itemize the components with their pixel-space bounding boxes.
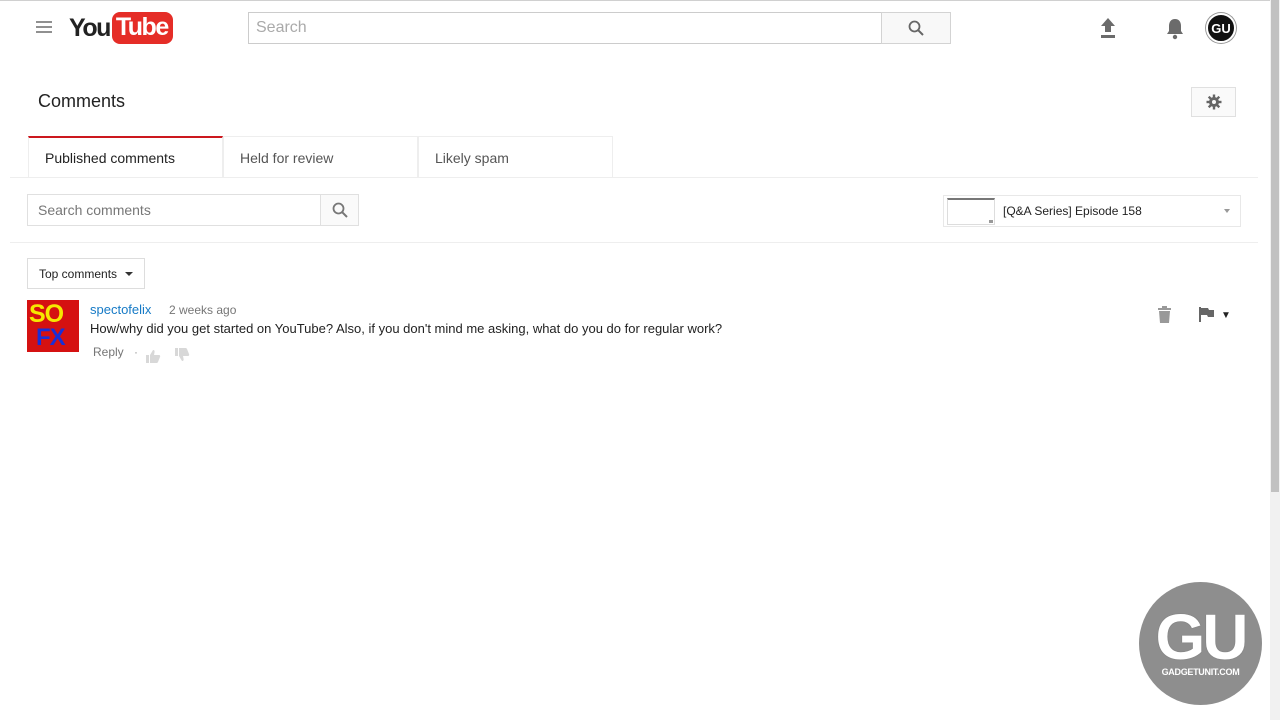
trash-icon[interactable] bbox=[1158, 306, 1171, 323]
chevron-down-icon bbox=[1224, 209, 1230, 213]
sort-dropdown[interactable]: Top comments bbox=[27, 258, 145, 289]
thumbs-down-icon[interactable] bbox=[174, 347, 190, 362]
comment-search bbox=[27, 194, 359, 226]
tab-held-for-review[interactable]: Held for review bbox=[223, 136, 418, 178]
logo-tube: Tube bbox=[111, 12, 173, 44]
flag-icon[interactable] bbox=[1199, 307, 1214, 322]
thumbs-up-icon[interactable] bbox=[145, 349, 161, 364]
watermark-site: GADGETUNIT.COM bbox=[1161, 666, 1240, 677]
commenter-avatar[interactable]: SO FX bbox=[27, 300, 79, 352]
page-scrollbar[interactable] bbox=[1270, 0, 1280, 720]
comment-timestamp[interactable]: 2 weeks ago bbox=[169, 303, 236, 317]
tab-likely-spam[interactable]: Likely spam bbox=[418, 136, 613, 178]
logo-you: You bbox=[69, 13, 111, 42]
caret-down-icon bbox=[125, 271, 134, 276]
scrollbar-thumb[interactable] bbox=[1271, 0, 1279, 492]
filters-divider bbox=[10, 242, 1258, 243]
comment-text: How/why did you get started on YouTube? … bbox=[90, 321, 723, 336]
video-selector[interactable]: [Q&A Series] Episode 158 bbox=[943, 195, 1241, 227]
video-title: [Q&A Series] Episode 158 bbox=[1003, 204, 1142, 218]
upload-icon[interactable] bbox=[1098, 17, 1118, 39]
masthead-search bbox=[248, 12, 951, 44]
page-title: Comments bbox=[38, 91, 126, 111]
search-icon bbox=[332, 202, 348, 218]
comment-search-button[interactable] bbox=[320, 194, 359, 226]
gadgetunit-watermark: GU GADGETUNIT.COM bbox=[1139, 582, 1262, 705]
video-thumbnail bbox=[947, 197, 995, 225]
avatar-text-bottom: FX bbox=[36, 324, 66, 351]
comment-tabs: Published comments Held for review Likel… bbox=[28, 136, 613, 178]
menu-icon[interactable] bbox=[36, 21, 52, 35]
reply-button[interactable]: Reply bbox=[93, 345, 124, 359]
tabs-divider bbox=[10, 177, 1258, 178]
notifications-bell-icon[interactable] bbox=[1164, 16, 1186, 40]
search-input[interactable] bbox=[248, 12, 881, 44]
tab-published-comments[interactable]: Published comments bbox=[28, 136, 223, 178]
account-avatar[interactable]: GU bbox=[1206, 13, 1236, 43]
masthead: You Tube GU bbox=[0, 0, 1270, 56]
more-options-caret-icon[interactable]: ▼ bbox=[1221, 310, 1231, 321]
comment-search-input[interactable] bbox=[27, 194, 320, 226]
youtube-logo[interactable]: You Tube bbox=[69, 11, 173, 45]
search-icon bbox=[908, 20, 924, 36]
watermark-logo: GU bbox=[1155, 600, 1249, 673]
gear-icon bbox=[1206, 94, 1221, 110]
sort-label: Top comments bbox=[39, 266, 118, 281]
settings-button[interactable] bbox=[1191, 87, 1236, 117]
separator-dot: · bbox=[134, 345, 138, 359]
comment-author[interactable]: spectofelix bbox=[90, 302, 151, 317]
search-button[interactable] bbox=[881, 12, 951, 44]
